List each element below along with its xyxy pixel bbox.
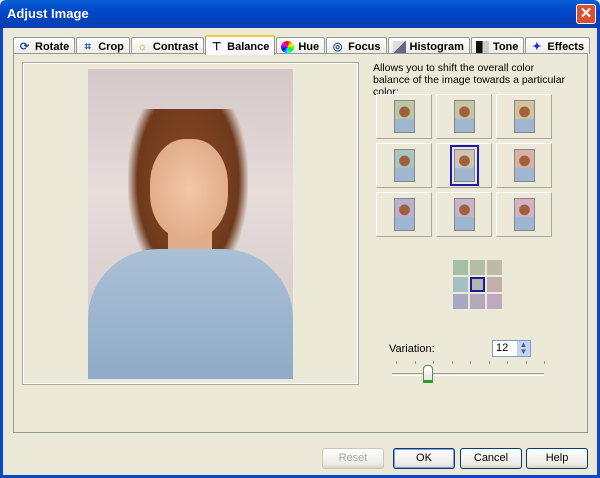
variation-value[interactable]: 12	[496, 342, 508, 354]
slider-tick	[451, 361, 453, 364]
histogram-icon	[392, 40, 406, 53]
tab-label: Tone	[492, 40, 519, 53]
tab-effects[interactable]: ✦ Effects	[525, 37, 591, 54]
color-swatch[interactable]	[487, 260, 502, 275]
close-button[interactable]: ✕	[576, 4, 596, 24]
ok-button[interactable]: OK	[393, 448, 455, 469]
balance-variant[interactable]	[436, 192, 492, 237]
balance-icon: ⊤	[211, 40, 222, 53]
variant-thumbnail	[513, 198, 535, 231]
balance-swatch-grid	[453, 260, 502, 309]
tab-rotate[interactable]: ⟳ Rotate	[13, 37, 76, 54]
title-bar: Adjust Image ✕	[0, 0, 600, 28]
reset-button[interactable]: Reset	[322, 448, 384, 469]
tab-label: Focus	[348, 40, 381, 53]
effects-icon: ✦	[532, 40, 542, 53]
color-swatch[interactable]	[487, 277, 502, 292]
slider-tick	[507, 361, 508, 364]
crop-icon: ⌗	[84, 40, 91, 53]
help-button[interactable]: Help	[526, 448, 588, 469]
tab-label: Effects	[547, 40, 585, 53]
balance-variant[interactable]	[436, 94, 492, 139]
balance-variant[interactable]	[376, 192, 432, 237]
rotate-icon: ⟳	[19, 40, 30, 53]
balance-variant-grid	[376, 94, 552, 237]
tab-contrast[interactable]: ☼ Contrast	[130, 37, 205, 54]
slider-tick	[414, 361, 416, 364]
slider-tick	[396, 361, 397, 364]
variant-thumbnail	[449, 145, 479, 186]
color-swatch[interactable]	[453, 277, 468, 292]
preview-image	[88, 69, 293, 379]
slider-tick	[525, 361, 527, 364]
slider-tick	[544, 361, 545, 364]
balance-variant[interactable]	[496, 94, 552, 139]
slider-tick	[488, 361, 490, 364]
color-swatch[interactable]	[487, 294, 502, 309]
color-swatch[interactable]	[453, 260, 468, 275]
hue-icon	[281, 40, 295, 53]
tab-hue[interactable]: Hue	[276, 37, 326, 54]
tab-focus[interactable]: ◎ Focus	[326, 37, 387, 54]
balance-variant[interactable]	[496, 192, 552, 237]
tab-bar: ⟳ Rotate ⌗ Crop ☼ Contrast ⊤ Balance Hue ◎ Fo…	[13, 35, 591, 55]
focus-icon: ◎	[332, 40, 343, 53]
contrast-icon: ☼	[137, 40, 148, 53]
variant-thumbnail	[513, 149, 535, 182]
balance-variant[interactable]	[496, 143, 552, 188]
cancel-button[interactable]: Cancel	[460, 448, 522, 469]
color-swatch[interactable]	[470, 260, 485, 275]
balance-variant[interactable]	[376, 94, 432, 139]
color-swatch[interactable]	[453, 294, 468, 309]
variant-thumbnail	[453, 100, 475, 133]
window-title: Adjust Image	[7, 6, 89, 21]
tab-label: Balance	[227, 40, 270, 53]
tab-label: Histogram	[409, 40, 464, 53]
tab-label: Hue	[298, 40, 320, 53]
tab-label: Rotate	[35, 40, 70, 53]
variant-thumbnail	[393, 198, 415, 231]
balance-description: Allows you to shift the overall color ba…	[373, 62, 566, 98]
tab-balance[interactable]: ⊤ Balance	[205, 35, 276, 55]
balance-variant[interactable]	[436, 143, 492, 188]
variant-thumbnail	[513, 100, 535, 133]
tone-icon	[475, 40, 489, 53]
variant-thumbnail	[393, 100, 415, 133]
variation-label: Variation:	[389, 343, 435, 355]
variant-thumbnail	[393, 149, 415, 182]
color-swatch[interactable]	[470, 277, 485, 292]
variation-spinner[interactable]: 12 ▲ ▼	[492, 340, 531, 357]
spinner-arrows-icon[interactable]: ▲ ▼	[517, 341, 530, 356]
tab-histogram[interactable]: Histogram	[387, 37, 470, 54]
color-swatch[interactable]	[470, 294, 485, 309]
tab-label: Crop	[98, 40, 124, 53]
variant-thumbnail	[453, 198, 475, 231]
balance-variant[interactable]	[376, 143, 432, 188]
tab-tone[interactable]: Tone	[470, 37, 525, 54]
tab-crop[interactable]: ⌗ Crop	[76, 37, 130, 54]
slider-tick	[433, 361, 434, 364]
tab-label: Contrast	[152, 40, 199, 53]
variation-slider-thumb[interactable]	[423, 365, 434, 383]
variation-slider-track[interactable]	[392, 373, 544, 376]
slider-tick	[470, 361, 471, 364]
